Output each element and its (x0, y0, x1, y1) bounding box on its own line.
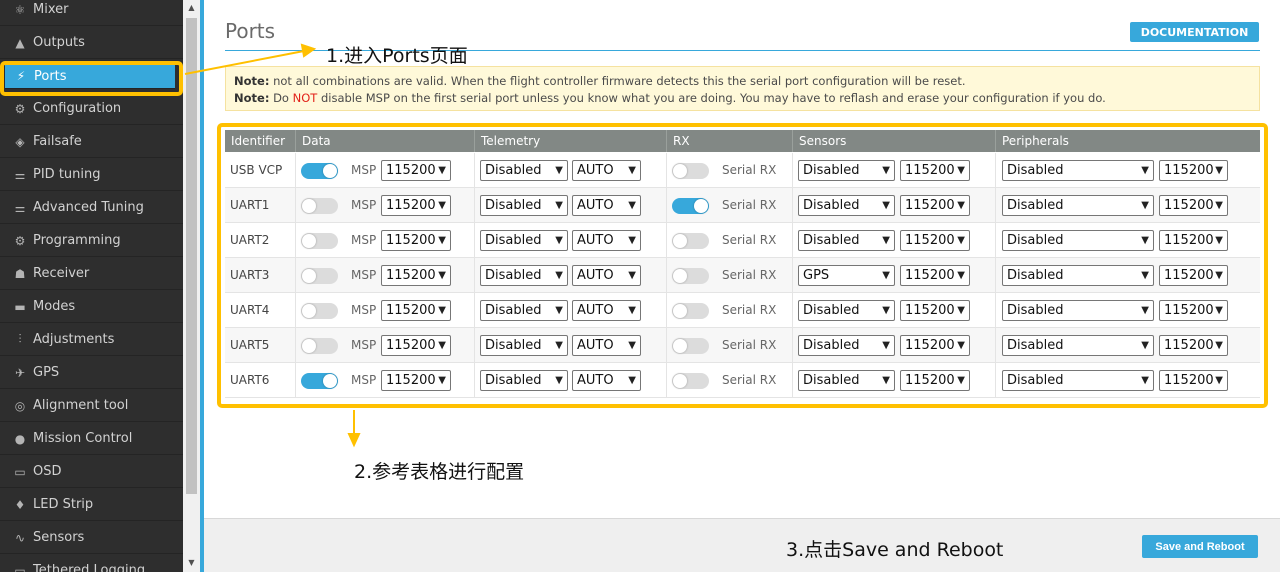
save-and-reboot-button[interactable]: Save and Reboot (1142, 535, 1258, 558)
arrowhead-step-2 (347, 433, 361, 448)
annotation-step-3: 3.点击Save and Reboot (786, 539, 1004, 561)
annotation-step-1: 1.进入Ports页面 (326, 45, 468, 67)
footer-bar (204, 518, 1280, 572)
annotation-arrows (184, 43, 1135, 556)
app-root: ⚛ Mixer ▲ Outputs ⚡ Ports ⚙ Configuration ◈ Fails… (0, 0, 1280, 572)
arrowhead-step-1 (300, 43, 317, 58)
annotation-step-2: 2.参考表格进行配置 (354, 461, 525, 483)
arrow-step-1 (184, 50, 305, 75)
